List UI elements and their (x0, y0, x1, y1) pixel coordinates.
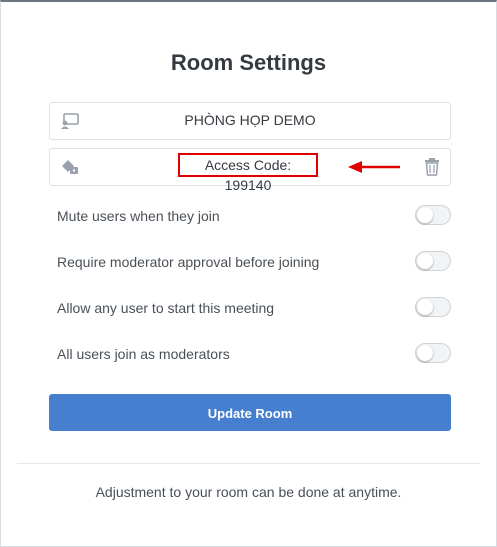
setting-label: Mute users when they join (57, 208, 220, 224)
access-code-value: Access Code: 199140 (204, 157, 292, 193)
update-room-button[interactable]: Update Room (49, 394, 451, 431)
setting-all-moderators: All users join as moderators (57, 343, 451, 367)
room-settings-modal: Room Settings PHÒNG HỌP DEMO Access Code… (0, 0, 497, 547)
footer-note: Adjustment to your room can be done at a… (95, 484, 402, 500)
toggle-switch[interactable] (415, 251, 451, 271)
modal-title: Room Settings (170, 50, 327, 75)
setting-label: All users join as moderators (57, 346, 230, 362)
key-icon (60, 158, 80, 176)
toggle-switch[interactable] (415, 297, 451, 317)
access-code-highlight: Access Code: 199140 (178, 153, 318, 193)
setting-require-approval: Require moderator approval before joinin… (57, 251, 451, 275)
setting-mute-on-join: Mute users when they join (57, 205, 451, 229)
trash-icon[interactable] (424, 158, 440, 176)
setting-label: Require moderator approval before joinin… (57, 254, 320, 270)
room-name-field[interactable]: PHÒNG HỌP DEMO (49, 102, 451, 140)
arrow-icon (348, 161, 400, 173)
toggle-switch[interactable] (415, 205, 451, 225)
room-name-value: PHÒNG HỌP DEMO (184, 112, 316, 128)
setting-any-user-start: Allow any user to start this meeting (57, 297, 451, 321)
access-code-field: Access Code: 199140 (49, 148, 451, 193)
divider (17, 463, 480, 464)
setting-label: Allow any user to start this meeting (57, 300, 275, 316)
toggle-switch[interactable] (415, 343, 451, 363)
